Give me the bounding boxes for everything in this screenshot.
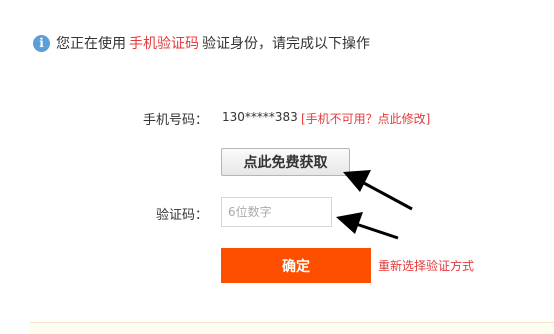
arrow-to-get-code xyxy=(343,170,413,211)
phone-number: 130*****383 xyxy=(222,110,298,124)
footer-bar xyxy=(30,322,554,334)
reselect-method-link[interactable]: 重新选择验证方式 xyxy=(378,257,474,274)
code-input[interactable] xyxy=(221,197,332,227)
get-code-button[interactable]: 点此免费获取 xyxy=(221,148,350,176)
info-icon: i xyxy=(33,34,50,52)
change-phone-link[interactable]: [手机不可用？点此修改] xyxy=(301,110,430,127)
code-label: 验证码： xyxy=(155,208,208,223)
verification-notice: i 您正在使用 手机验证码 验证身份，请完成以下操作 xyxy=(33,32,370,54)
confirm-button[interactable]: 确定 xyxy=(221,248,371,283)
notice-highlight: 手机验证码 xyxy=(129,36,199,52)
notice-suffix: 验证身份，请完成以下操作 xyxy=(202,36,370,52)
notice-prefix: 您正在使用 xyxy=(56,36,126,52)
phone-label: 手机号码： xyxy=(142,113,208,128)
arrow-to-code-input xyxy=(336,212,399,240)
